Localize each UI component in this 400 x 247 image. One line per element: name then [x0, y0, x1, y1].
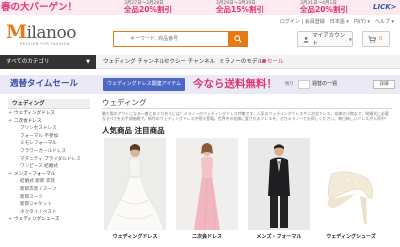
sale-detail-button[interactable]: 詳細 [373, 80, 395, 89]
my-account-label: マイアカウント [312, 33, 346, 47]
nav-item-sale[interactable]: セール [262, 55, 284, 69]
search-button[interactable] [228, 32, 247, 46]
site-logo[interactable]: Milanoo PASSION FOR FASHION [6, 22, 76, 52]
promo-banner[interactable]: 春の大バーゲン！ 3月27日～3月28日 全品20%割引 3月29日～3月30日… [0, 0, 400, 15]
cart-button[interactable]: 0 [362, 31, 390, 47]
sidebar-subitem[interactable]: ワンピース 結婚式 [0, 163, 90, 171]
title-divider [102, 108, 392, 109]
sidebar-subitem[interactable]: フラワーガールドレス [0, 148, 90, 156]
sale-week-link[interactable]: 週替の一週 [312, 75, 337, 94]
category-sidebar: ウェディング ウェディングドレス二次会ドレスプリンセスドレスフォーマル 不参加ミ… [0, 99, 90, 247]
mens-formal-image[interactable] [248, 138, 310, 230]
my-account-button[interactable]: マイアカウント ▼ [297, 31, 353, 47]
sidebar-subitem[interactable]: 新郎ジャケット [0, 201, 90, 209]
product-name[interactable]: メンズ・フォーマル [248, 234, 310, 241]
chevron-down-icon: ▼ [348, 36, 352, 42]
nav-item-sexy[interactable]: セクシー チャンネル [164, 55, 215, 69]
sidebar-subitem[interactable]: 新郎衣装 / スーツ [0, 186, 90, 194]
sidebar-header: ウェディング [8, 99, 90, 109]
search-box [113, 31, 248, 47]
logo-text: ilanoo [26, 23, 77, 43]
sale-remaining-label: 残り [285, 82, 294, 87]
logo-wordmark: Milanoo [6, 22, 76, 43]
chevron-down-icon: ▼ [86, 59, 90, 65]
help-menu[interactable]: ヘルプ ▾ [375, 18, 394, 26]
nav-item-models[interactable]: ミラノーのモデル [219, 55, 263, 69]
promo-cta-link[interactable]: LICK> [373, 2, 397, 13]
page-title: ウェディング [102, 98, 147, 107]
weekly-sale-banner[interactable]: 週替タイムセール ウェディングドレス関連アイテム 今なら送料無料！ 残り 週替の… [0, 75, 400, 94]
logo-initial: M [6, 21, 27, 43]
sidebar-category[interactable]: ウェディングシューズ [0, 216, 90, 224]
promo-discount: 全品20%割引 [124, 5, 172, 14]
sidebar-subitem[interactable]: プリンセスドレス [0, 125, 90, 133]
sidebar-subitem[interactable]: 結婚式 新郎 衣装 [0, 178, 90, 186]
product-name[interactable]: ウェディングシューズ [320, 234, 382, 241]
sale-countdown-box [298, 80, 310, 89]
promo-title: 春の大バーゲン！ [1, 2, 78, 13]
main-nav: すべてのカテゴリ ▼ ウェディング チャンネル セクシー チャンネル ミラノーの… [0, 55, 400, 69]
promo-segment-1: 3月27日～3月28日 全品20%割引 [124, 1, 208, 14]
promo-discount: 全品20%割引 [300, 5, 348, 14]
all-categories-menu[interactable]: すべてのカテゴリ ▼ [0, 55, 96, 69]
sidebar-category[interactable]: ウェディングドレス [0, 110, 90, 118]
product-card-wedding-shoes[interactable]: ウェディングシューズ [320, 138, 382, 240]
cart-icon [368, 35, 376, 43]
product-name[interactable]: ウェディングドレス [104, 234, 166, 241]
product-name[interactable]: 二次会ドレス [176, 234, 238, 241]
promo-segment-2: 3月29日～3月30日 全品15%割引 [216, 1, 300, 14]
login-link[interactable]: ログイン | 会員登録 [280, 18, 325, 26]
all-categories-label: すべてのカテゴリ [6, 59, 50, 65]
sidebar-subitem[interactable]: ミモレフォーマル [0, 140, 90, 148]
category-description: 最大限のアウトになる一着とめぐり合うには？ミラノーのウェディングドレス特集です。… [102, 111, 389, 122]
product-card-party-dress[interactable]: 二次会ドレス [176, 138, 238, 240]
logo-tagline: PASSION FOR FASHION [20, 42, 71, 46]
sidebar-category[interactable]: メンズ・フォーマル [0, 171, 90, 179]
language-selector[interactable]: 日本語 ▾ [330, 18, 349, 26]
sidebar-list: ウェディングドレス二次会ドレスプリンセスドレスフォーマル 不参加ミモレフォーマル… [0, 110, 90, 224]
nav-item-wedding[interactable]: ウェディング チャンネル [103, 55, 165, 69]
promo-segment-3: 3月31日～4月1日 全品20%割引 [300, 1, 372, 14]
product-card-wedding-dress[interactable]: ウェディングドレス [104, 138, 166, 240]
product-card-mens-formal[interactable]: メンズ・フォーマル [248, 138, 310, 240]
promo-discount: 全品15%割引 [216, 5, 264, 14]
currency-selector[interactable]: 円(Y) ▾ [354, 18, 370, 26]
sidebar-subitem[interactable]: ネクタイ / ベスト [0, 209, 90, 217]
sidebar-subitem[interactable]: フォーマル 不参加 [0, 133, 90, 141]
search-icon [233, 35, 242, 43]
party-dress-image[interactable] [176, 138, 238, 230]
sale-category-tag: ウェディングドレス関連アイテム [103, 78, 186, 91]
sidebar-subitem[interactable]: マタニティ プライダルドレス [0, 156, 90, 164]
cart-count: 0 [379, 36, 383, 42]
wedding-dress-image[interactable] [104, 138, 166, 230]
wedding-shoes-image[interactable] [320, 138, 382, 230]
user-icon [303, 36, 309, 43]
sale-headline: 今なら送料無料！ [193, 78, 277, 90]
search-input[interactable] [114, 32, 229, 46]
sale-dot-icon [262, 59, 266, 63]
sidebar-category[interactable]: 二次会ドレス [0, 118, 90, 126]
top-links: ログイン | 会員登録 日本語 ▾ 円(Y) ▾ ヘルプ ▾ [280, 18, 394, 26]
sale-title: 週替タイムセール [10, 79, 78, 89]
nav-item-sale-label: セール [267, 59, 284, 65]
sidebar-subitem[interactable]: 新郎スーツ [0, 194, 90, 202]
popular-heading: 人気商品 注目商品 [102, 126, 165, 135]
